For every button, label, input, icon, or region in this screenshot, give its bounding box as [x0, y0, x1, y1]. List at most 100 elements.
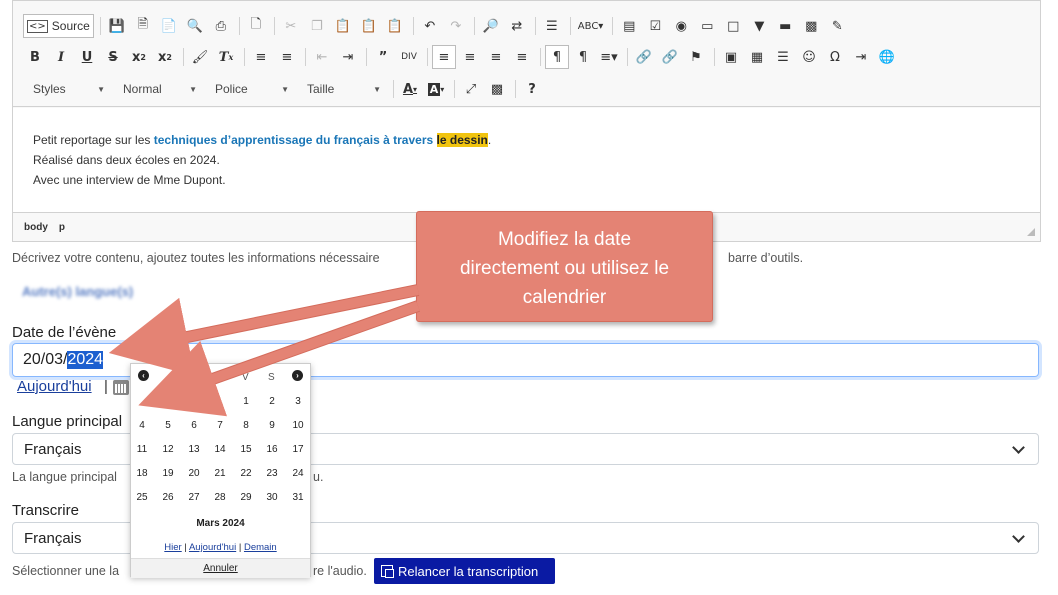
hidden-field-icon[interactable]: ✎ — [825, 14, 849, 38]
calendar-day[interactable]: 20 — [181, 468, 207, 479]
redo-icon[interactable]: ↷ — [444, 14, 468, 38]
subscript-icon[interactable]: x2 — [127, 45, 151, 69]
calendar-day[interactable]: 26 — [155, 492, 181, 503]
blockquote-icon[interactable]: ” — [371, 45, 395, 69]
unlink-icon[interactable]: 🔗 — [658, 45, 682, 69]
today-link[interactable]: Aujourd'hui — [17, 378, 92, 395]
calendar-day[interactable]: 5 — [155, 420, 181, 431]
size-dropdown[interactable]: Taille ▼ — [297, 77, 387, 101]
tomorrow-link[interactable]: Demain — [244, 542, 277, 553]
yesterday-link[interactable]: Hier — [164, 542, 181, 553]
calendar-day[interactable]: 16 — [259, 444, 285, 455]
calendar-day[interactable]: 9 — [259, 420, 285, 431]
paste-text-icon[interactable]: 📋 — [357, 14, 381, 38]
table-icon[interactable]: ▦ — [745, 45, 769, 69]
calendar-icon[interactable] — [113, 380, 129, 395]
page-break-icon[interactable]: ⇥ — [849, 45, 873, 69]
replace-icon[interactable]: ⇄ — [505, 14, 529, 38]
calendar-day[interactable]: 12 — [155, 444, 181, 455]
paste-word-icon[interactable]: 📋 — [383, 14, 407, 38]
text-field-icon[interactable]: ▭ — [695, 14, 719, 38]
copy-icon[interactable]: ❐ — [305, 14, 329, 38]
calendar-day[interactable]: 30 — [259, 492, 285, 503]
text-direction-rtl-icon[interactable]: ¶ — [571, 45, 595, 69]
preview-icon[interactable]: 🔍 — [183, 14, 207, 38]
language-icon[interactable]: ≡▾ — [597, 45, 621, 69]
format-dropdown[interactable]: Normal ▼ — [113, 77, 203, 101]
save-icon[interactable]: 💾 — [105, 14, 129, 38]
next-month-icon[interactable]: › — [292, 370, 303, 381]
superscript-icon[interactable]: x2 — [153, 45, 177, 69]
undo-icon[interactable]: ↶ — [418, 14, 442, 38]
calendar-day[interactable]: 8 — [233, 420, 259, 431]
font-dropdown[interactable]: Police ▼ — [205, 77, 295, 101]
calendar-day[interactable]: 3 — [285, 396, 311, 407]
calendar-day[interactable]: 10 — [285, 420, 311, 431]
select-field-icon[interactable]: ▼ — [747, 14, 771, 38]
calendar-day[interactable]: 6 — [181, 420, 207, 431]
link-icon[interactable]: 🔗 — [632, 45, 656, 69]
strike-icon[interactable]: S — [101, 45, 125, 69]
smiley-icon[interactable]: ☺ — [797, 45, 821, 69]
italic-icon[interactable]: I — [49, 45, 73, 69]
calendar-day[interactable]: 24 — [285, 468, 311, 479]
calendar-day[interactable]: 27 — [181, 492, 207, 503]
align-center-icon[interactable]: ≡ — [458, 45, 482, 69]
remove-format-icon[interactable]: Tx — [214, 45, 238, 69]
iframe-icon[interactable]: 🌐 — [875, 45, 899, 69]
calendar-day[interactable]: 17 — [285, 444, 311, 455]
calendar-today-link[interactable]: Aujourd'hui — [189, 542, 236, 553]
find-icon[interactable]: 🔎 — [479, 14, 503, 38]
calendar-day[interactable]: 15 — [233, 444, 259, 455]
relaunch-transcription-button[interactable]: Relancer la transcription — [374, 558, 555, 584]
div-container-icon[interactable]: DIV — [397, 45, 421, 69]
calendar-day[interactable]: 2 — [259, 396, 285, 407]
image-icon[interactable]: ▣ — [719, 45, 743, 69]
export-pdf-icon[interactable]: 📄 — [157, 14, 181, 38]
calendar-day[interactable]: 28 — [207, 492, 233, 503]
text-direction-ltr-icon[interactable]: ¶ — [545, 45, 569, 69]
calendar-day[interactable]: 21 — [207, 468, 233, 479]
indent-icon[interactable]: ⇥ — [336, 45, 360, 69]
print-icon[interactable]: ⎙ — [209, 14, 233, 38]
calendar-cancel-button[interactable]: Annuler — [131, 558, 310, 578]
calendar-day[interactable]: 18 — [129, 468, 155, 479]
previous-month-icon[interactable]: ‹ — [138, 370, 149, 381]
spellcheck-icon[interactable]: ABC▾ — [575, 14, 607, 38]
form-icon[interactable]: ▤ — [617, 14, 641, 38]
textarea-icon[interactable]: □ — [721, 14, 745, 38]
bullet-list-icon[interactable]: ≡ — [275, 45, 299, 69]
align-right-icon[interactable]: ≡ — [484, 45, 508, 69]
resize-handle[interactable] — [1027, 228, 1035, 236]
background-color-icon[interactable]: A ▾ — [424, 77, 448, 101]
show-blocks-icon[interactable]: ▩ — [485, 77, 509, 101]
align-justify-icon[interactable]: ≡ — [510, 45, 534, 69]
calendar-day[interactable]: 25 — [129, 492, 155, 503]
outdent-icon[interactable]: ⇤ — [310, 45, 334, 69]
other-languages-link[interactable]: Autre(s) langue(s) — [22, 284, 133, 299]
path-item-p[interactable]: p — [59, 222, 65, 233]
text-color-icon[interactable]: A ▾ — [398, 77, 422, 101]
calendar-day[interactable]: 4 — [129, 420, 155, 431]
button-field-icon[interactable]: ▬ — [773, 14, 797, 38]
copy-format-icon[interactable]: 🖌 — [188, 45, 212, 69]
calendar-day[interactable]: 29 — [233, 492, 259, 503]
calendar-day[interactable]: 11 — [129, 444, 155, 455]
horizontal-rule-icon[interactable]: ☰ — [771, 45, 795, 69]
help-icon[interactable]: ? — [520, 77, 544, 101]
checkbox-icon[interactable]: ☑ — [643, 14, 667, 38]
radio-icon[interactable]: ◉ — [669, 14, 693, 38]
calendar-day[interactable]: 22 — [233, 468, 259, 479]
styles-dropdown[interactable]: Styles ▼ — [23, 77, 111, 101]
calendar-day[interactable]: 23 — [259, 468, 285, 479]
new-page-icon[interactable]: 🗎 — [131, 14, 155, 38]
calendar-day[interactable]: 7 — [207, 420, 233, 431]
underline-icon[interactable]: U — [75, 45, 99, 69]
templates-icon[interactable]: 🗋 — [244, 14, 268, 38]
path-item-body[interactable]: body — [24, 222, 48, 233]
paste-icon[interactable]: 📋 — [331, 14, 355, 38]
numbered-list-icon[interactable]: ≡ — [249, 45, 273, 69]
bold-icon[interactable]: B — [23, 45, 47, 69]
image-button-icon[interactable]: ▩ — [799, 14, 823, 38]
source-button[interactable]: <> Source — [23, 14, 94, 38]
